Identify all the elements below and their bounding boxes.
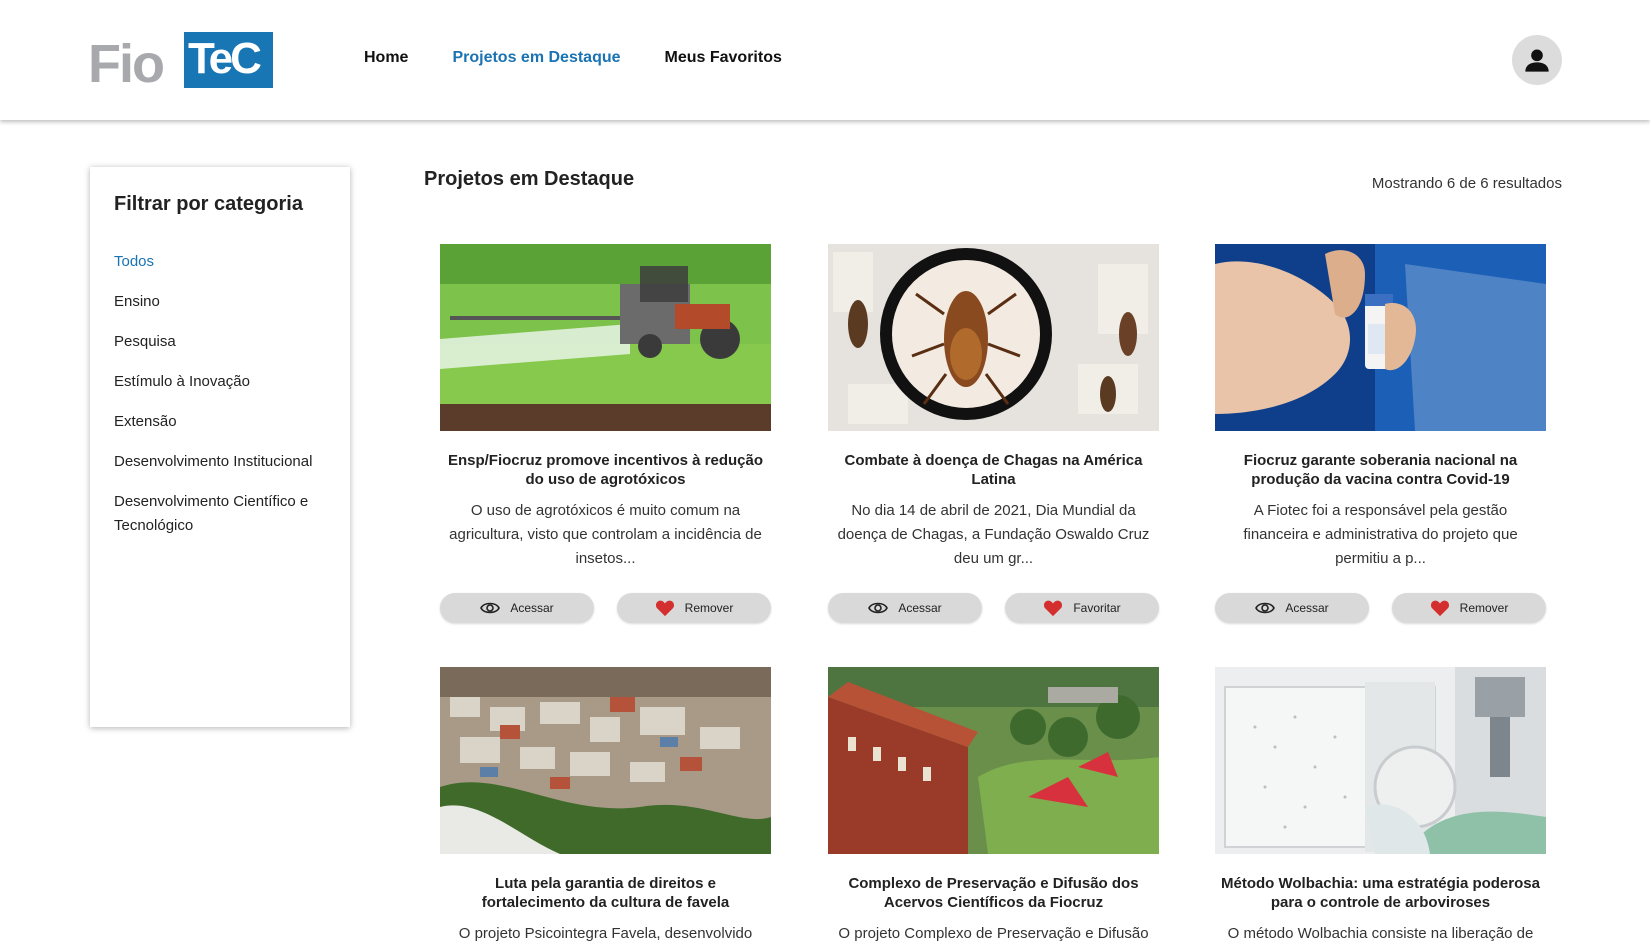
- category-filter-panel: Filtrar por categoria Todos Ensino Pesqu…: [90, 167, 350, 727]
- access-button[interactable]: Acessar: [828, 593, 982, 623]
- heart-icon: [655, 600, 674, 617]
- filter-title: Filtrar por categoria: [114, 193, 303, 215]
- category-ensino[interactable]: Ensino: [114, 290, 326, 314]
- project-card: Método Wolbachia: uma estratégia poderos…: [1215, 667, 1546, 946]
- favorite-button-label: Remover: [684, 601, 734, 615]
- category-desenvolvimento-cientifico[interactable]: Desenvolvimento Científico e Tecnológico: [114, 490, 326, 538]
- card-description: O projeto Psicointegra Favela, desenvolv…: [458, 925, 753, 942]
- card-description: O método Wolbachia consiste na liberação…: [1227, 925, 1534, 942]
- category-pesquisa[interactable]: Pesquisa: [114, 330, 326, 354]
- top-header: Fio TeC Home Projetos em Destaque Meus F…: [0, 0, 1650, 120]
- access-button-label: Acessar: [1285, 601, 1329, 615]
- logo-text-fio: Fio: [88, 34, 165, 94]
- project-card: Complexo de Preservação e Difusão dos Ac…: [828, 667, 1159, 946]
- remove-favorite-button[interactable]: Remover: [1392, 593, 1546, 623]
- category-estimulo-inovacao[interactable]: Estímulo à Inovação: [114, 370, 326, 394]
- card-title: Fiocruz garante soberania nacional na pr…: [1243, 452, 1518, 488]
- category-desenvolvimento-institucional[interactable]: Desenvolvimento Institucional: [114, 450, 326, 474]
- nav-meus-favoritos[interactable]: Meus Favoritos: [665, 49, 782, 67]
- access-button[interactable]: Acessar: [1215, 593, 1369, 623]
- nav-projetos-em-destaque[interactable]: Projetos em Destaque: [452, 49, 620, 67]
- favorite-button-label: Remover: [1459, 601, 1509, 615]
- project-card: Luta pela garantia de direitos e fortale…: [440, 667, 771, 946]
- remove-favorite-button[interactable]: Remover: [617, 593, 771, 623]
- card-title: Método Wolbachia: uma estratégia poderos…: [1221, 875, 1540, 911]
- card-image-campus[interactable]: [828, 667, 1159, 854]
- access-button-label: Acessar: [510, 601, 554, 615]
- access-button[interactable]: Acessar: [440, 593, 594, 623]
- card-description: O uso de agrotóxicos é muito comum na ag…: [449, 502, 762, 567]
- category-todos[interactable]: Todos: [114, 250, 326, 274]
- card-title: Luta pela garantia de direitos e fortale…: [481, 875, 730, 911]
- card-image-vaccine[interactable]: [1215, 244, 1546, 431]
- logo-text-tec: TeC: [188, 34, 262, 83]
- project-card: Ensp/Fiocruz promove incentivos à reduçã…: [440, 244, 771, 623]
- favorite-button-label: Favoritar: [1073, 601, 1121, 615]
- card-description: No dia 14 de abril de 2021, Dia Mundial …: [837, 502, 1150, 567]
- card-image-laboratory[interactable]: [1215, 667, 1546, 854]
- eye-icon: [1255, 602, 1276, 614]
- heart-icon: [1430, 600, 1449, 617]
- card-title: Combate à doença de Chagas na América La…: [844, 452, 1143, 488]
- page-title: Projetos em Destaque: [424, 168, 635, 190]
- project-card: Fiocruz garante soberania nacional na pr…: [1215, 244, 1546, 623]
- favorite-button[interactable]: Favoritar: [1005, 593, 1159, 623]
- nav-home[interactable]: Home: [364, 49, 408, 67]
- card-image-tractor[interactable]: [440, 244, 771, 431]
- card-description: O projeto Complexo de Preservação e Difu…: [838, 925, 1149, 942]
- eye-icon: [480, 602, 501, 614]
- heart-icon: [1044, 600, 1063, 617]
- logo-box: TeC: [184, 32, 273, 88]
- eye-icon: [868, 602, 889, 614]
- card-description: A Fiotec foi a responsável pela gestão f…: [1243, 502, 1518, 567]
- card-title: Ensp/Fiocruz promove incentivos à reduçã…: [447, 452, 764, 488]
- fiotec-logo[interactable]: Fio TeC: [88, 32, 273, 94]
- results-count: Mostrando 6 de 6 resultados: [1371, 175, 1562, 192]
- project-card: Combate à doença de Chagas na América La…: [828, 244, 1159, 623]
- card-image-insects[interactable]: [828, 244, 1159, 431]
- card-title: Complexo de Preservação e Difusão dos Ac…: [848, 875, 1139, 911]
- main-nav: Home Projetos em Destaque Meus Favoritos: [364, 49, 782, 67]
- user-avatar-button[interactable]: [1512, 35, 1562, 85]
- access-button-label: Acessar: [898, 601, 942, 615]
- category-extensao[interactable]: Extensão: [114, 410, 326, 434]
- user-icon: [1525, 49, 1549, 72]
- card-image-favela[interactable]: [440, 667, 771, 854]
